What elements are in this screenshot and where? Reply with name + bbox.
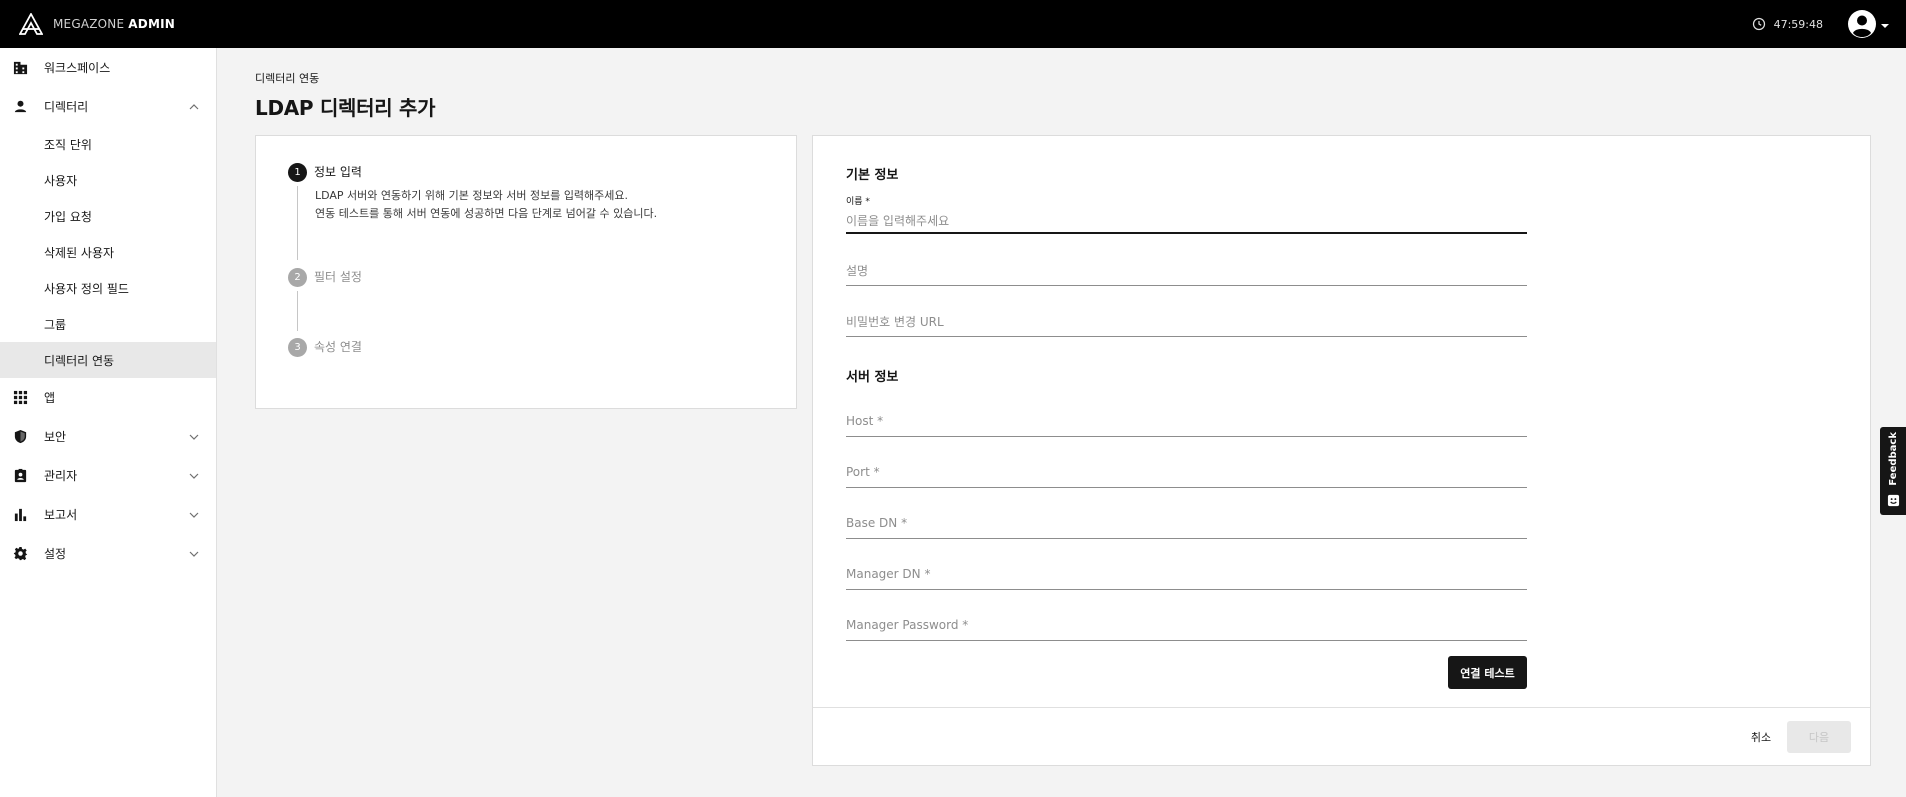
sidebar-item-label: 앱: [44, 391, 56, 405]
step-title: 필터 설정: [314, 270, 362, 284]
sidebar-item-settings[interactable]: 설정: [0, 534, 216, 573]
ldap-form-panel: 기본 정보 이름 * 서버 정보 연결 테스트 취소 다음: [812, 135, 1871, 766]
gear-icon: [12, 546, 28, 562]
apps-grid-icon: [12, 390, 28, 406]
breadcrumb[interactable]: 디렉터리 연동: [255, 70, 319, 86]
base-dn-input[interactable]: [846, 513, 1527, 533]
wizard-step-1: 1 정보 입력: [288, 163, 362, 182]
feedback-label: Feedback: [1887, 432, 1899, 486]
sidebar-item-label: 보안: [44, 430, 67, 444]
sidebar-subitem-directory-sync[interactable]: 디렉터리 연동: [0, 342, 216, 378]
sidebar-item-security[interactable]: 보안: [0, 417, 216, 456]
chevron-down-icon: [188, 431, 200, 443]
manager-password-input[interactable]: [846, 615, 1527, 635]
step-description: LDAP 서버와 연동하기 위해 기본 정보와 서버 정보를 입력해주세요. 연…: [315, 189, 658, 220]
sidebar-item-label: 보고서: [44, 508, 78, 522]
page-title: LDAP 디렉터리 추가: [255, 96, 436, 120]
manager-password-field: [846, 614, 1527, 641]
chevron-down-icon: [1881, 24, 1889, 28]
sidebar-item-label: 워크스페이스: [44, 61, 111, 75]
chevron-down-icon: [188, 509, 200, 521]
brand-logo[interactable]: MEGAZONE ADMIN: [19, 13, 175, 35]
admin-badge-icon: [12, 468, 28, 484]
host-field: [846, 410, 1527, 437]
sidebar-item-label: 디렉터리: [44, 100, 89, 114]
description-input[interactable]: [846, 261, 1527, 281]
chevron-up-icon: [188, 101, 200, 113]
sidebar-nav: 워크스페이스 디렉터리 조직 단위 사용자 가입 요청 삭제된 사용자 사용자 …: [0, 48, 217, 797]
feedback-smile-icon: [1887, 494, 1899, 507]
step-number: 3: [288, 338, 307, 357]
sidebar-item-label: 관리자: [44, 469, 78, 483]
manager-dn-input[interactable]: [846, 564, 1527, 584]
section-title-basic-info: 기본 정보: [846, 168, 899, 183]
sidebar-item-workspace[interactable]: 워크스페이스: [0, 48, 216, 87]
password-change-url-field: [846, 311, 1527, 337]
name-field-label: 이름 *: [846, 197, 870, 207]
sidebar-item-label: 설정: [44, 547, 67, 561]
sidebar-subitem-deleted-users[interactable]: 삭제된 사용자: [0, 234, 216, 270]
password-change-url-input[interactable]: [846, 312, 1527, 332]
step-title: 속성 연결: [314, 340, 362, 354]
feedback-tab[interactable]: Feedback: [1880, 427, 1906, 515]
name-input[interactable]: [846, 211, 1527, 231]
chevron-down-icon: [188, 548, 200, 560]
description-field: [846, 260, 1527, 286]
top-header: MEGAZONE ADMIN 47:59:48: [0, 0, 1906, 48]
step-connector: [297, 291, 298, 331]
sidebar-subitem-custom-fields[interactable]: 사용자 정의 필드: [0, 270, 216, 306]
chevron-down-icon: [188, 470, 200, 482]
session-timer-value: 47:59:48: [1773, 17, 1823, 31]
host-input[interactable]: [846, 411, 1527, 431]
account-circle-icon: [1848, 10, 1876, 38]
wizard-step-3: 3 속성 연결: [288, 338, 362, 357]
user-menu-button[interactable]: [1847, 9, 1889, 39]
bar-chart-icon: [12, 507, 28, 523]
port-field: [846, 461, 1527, 488]
name-field: [846, 210, 1527, 234]
step-number: 1: [288, 163, 307, 182]
shield-icon: [12, 429, 28, 445]
sidebar-item-reports[interactable]: 보고서: [0, 495, 216, 534]
connection-test-button[interactable]: 연결 테스트: [1448, 656, 1527, 689]
sidebar-item-directory[interactable]: 디렉터리: [0, 87, 216, 126]
sidebar-subitem-signup-requests[interactable]: 가입 요청: [0, 198, 216, 234]
person-icon: [12, 99, 28, 115]
building-icon: [12, 60, 28, 76]
session-timer: 47:59:48: [1752, 17, 1823, 31]
sidebar-subitem-groups[interactable]: 그룹: [0, 306, 216, 342]
next-button[interactable]: 다음: [1787, 721, 1851, 753]
sidebar-item-admin[interactable]: 관리자: [0, 456, 216, 495]
sidebar-subitem-org-units[interactable]: 조직 단위: [0, 126, 216, 162]
sidebar-subitem-users[interactable]: 사용자: [0, 162, 216, 198]
footer-divider: [813, 707, 1870, 708]
base-dn-field: [846, 512, 1527, 539]
step-connector: [297, 186, 298, 260]
cancel-button[interactable]: 취소: [1731, 721, 1791, 753]
section-title-server-info: 서버 정보: [846, 370, 899, 385]
wizard-step-2: 2 필터 설정: [288, 268, 362, 287]
port-input[interactable]: [846, 462, 1527, 482]
step-number: 2: [288, 268, 307, 287]
manager-dn-field: [846, 563, 1527, 590]
step-title: 정보 입력: [314, 165, 362, 179]
session-clock-icon: [1752, 17, 1765, 31]
sidebar-item-apps[interactable]: 앱: [0, 378, 216, 417]
wizard-steps-panel: 1 정보 입력 LDAP 서버와 연동하기 위해 기본 정보와 서버 정보를 입…: [255, 135, 797, 409]
megazone-logo-icon: [19, 13, 43, 35]
brand-name: MEGAZONE ADMIN: [53, 17, 175, 31]
